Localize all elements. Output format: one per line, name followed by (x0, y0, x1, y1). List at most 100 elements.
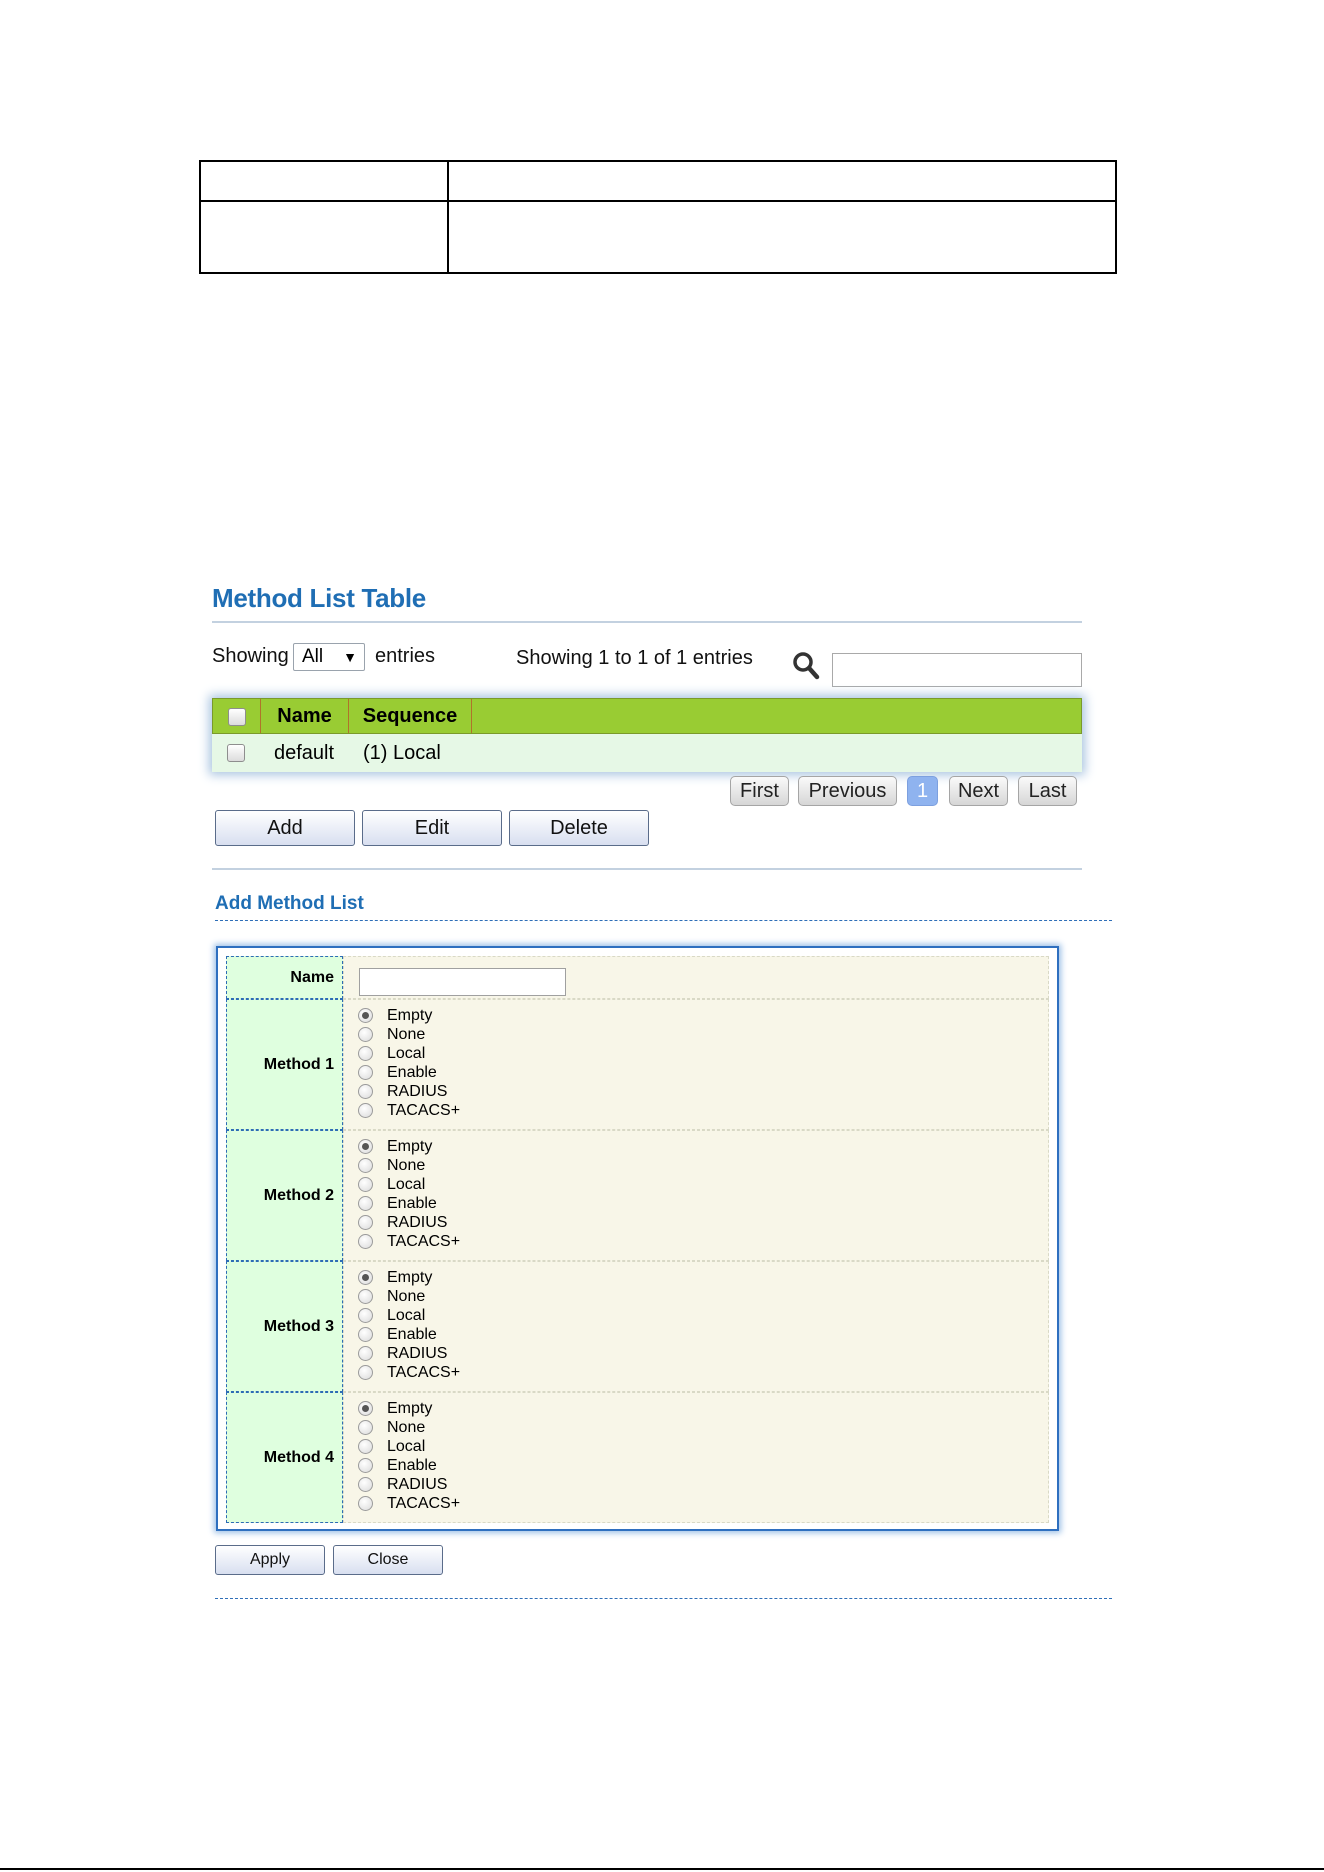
doc-table-cell (447, 200, 1117, 274)
option-label: None (387, 1026, 426, 1043)
entries-select[interactable]: All ▼ (293, 643, 365, 671)
radio-icon[interactable] (358, 1215, 373, 1230)
search-input[interactable] (832, 653, 1082, 687)
section-end-divider (215, 1598, 1112, 1599)
option-label: Local (387, 1176, 426, 1193)
radio-checked-icon[interactable] (358, 1401, 373, 1416)
option-label: RADIUS (387, 1476, 448, 1493)
title-divider (212, 621, 1082, 623)
doc-table-cell (199, 160, 449, 202)
method-4-options: Empty None Local Enable RADIUS TACACS+ (343, 1392, 1049, 1523)
form-row-method-1: Method 1 Empty None Local Enable RADIUS … (226, 999, 1049, 1130)
section-divider (212, 868, 1082, 870)
showing-summary: Showing 1 to 1 of 1 entries (516, 647, 753, 669)
option-label: Enable (387, 1457, 437, 1474)
form-row-method-4: Method 4 Empty None Local Enable RADIUS … (226, 1392, 1049, 1523)
option-label: Enable (387, 1064, 437, 1081)
radio-icon[interactable] (358, 1158, 373, 1173)
doc-table-cell (199, 200, 449, 274)
dropdown-arrow-icon: ▼ (343, 649, 357, 665)
method-3-label: Method 3 (226, 1261, 343, 1392)
method-1-label: Method 1 (226, 999, 343, 1130)
radio-icon[interactable] (358, 1177, 373, 1192)
radio-icon[interactable] (358, 1289, 373, 1304)
form-row-name: Name (226, 956, 1049, 999)
close-button[interactable]: Close (333, 1545, 443, 1575)
radio-icon[interactable] (358, 1346, 373, 1361)
name-label: Name (226, 956, 343, 999)
radio-icon[interactable] (358, 1234, 373, 1249)
add-method-list-form: Name Method 1 Empty None Local Enable RA… (216, 946, 1059, 1531)
radio-checked-icon[interactable] (358, 1139, 373, 1154)
doc-table-cell (447, 160, 1117, 202)
previous-page-button[interactable]: Previous (798, 776, 897, 806)
option-label: Local (387, 1438, 426, 1455)
option-label: TACACS+ (387, 1364, 461, 1381)
row-sequence: (1) Local (363, 742, 441, 764)
showing-suffix: entries (375, 645, 436, 667)
name-value-cell (343, 956, 1049, 999)
select-all-checkbox[interactable] (228, 708, 246, 726)
doc-table (199, 160, 1117, 274)
method-3-options: Empty None Local Enable RADIUS TACACS+ (343, 1261, 1049, 1392)
method-4-label: Method 4 (226, 1392, 343, 1523)
radio-icon[interactable] (358, 1458, 373, 1473)
radio-icon[interactable] (358, 1084, 373, 1099)
section-title: Add Method List (215, 893, 364, 914)
option-label: Empty (387, 1138, 433, 1155)
radio-icon[interactable] (358, 1027, 373, 1042)
option-label: Empty (387, 1269, 433, 1286)
option-label: Local (387, 1045, 426, 1062)
table-row[interactable]: default (1) Local (212, 734, 1082, 772)
next-page-button[interactable]: Next (949, 776, 1008, 806)
option-label: TACACS+ (387, 1233, 461, 1250)
option-label: RADIUS (387, 1214, 448, 1231)
method-2-label: Method 2 (226, 1130, 343, 1261)
column-header-sequence[interactable]: Sequence (349, 699, 472, 733)
option-label: Enable (387, 1326, 437, 1343)
column-header-name[interactable]: Name (261, 699, 349, 733)
header-select-cell (213, 699, 261, 733)
radio-icon[interactable] (358, 1327, 373, 1342)
edit-button[interactable]: Edit (362, 810, 502, 846)
radio-icon[interactable] (358, 1496, 373, 1511)
row-checkbox[interactable] (227, 744, 245, 762)
entries-select-value: All (302, 646, 324, 667)
option-label: Enable (387, 1195, 437, 1212)
radio-icon[interactable] (358, 1477, 373, 1492)
option-label: None (387, 1157, 426, 1174)
apply-button[interactable]: Apply (215, 1545, 325, 1575)
page-title: Method List Table (212, 583, 426, 613)
search-icon[interactable] (792, 651, 820, 681)
last-page-button[interactable]: Last (1018, 776, 1077, 806)
option-label: RADIUS (387, 1083, 448, 1100)
radio-checked-icon[interactable] (358, 1270, 373, 1285)
delete-button[interactable]: Delete (509, 810, 649, 846)
option-label: None (387, 1419, 426, 1436)
radio-icon[interactable] (358, 1439, 373, 1454)
name-field[interactable] (359, 968, 566, 996)
first-page-button[interactable]: First (730, 776, 789, 806)
method-1-options: Empty None Local Enable RADIUS TACACS+ (343, 999, 1049, 1130)
section-dashed-divider (215, 920, 1112, 921)
option-label: None (387, 1288, 426, 1305)
page-bottom-border (0, 1868, 1324, 1870)
option-label: TACACS+ (387, 1102, 461, 1119)
table-header: Name Sequence (212, 698, 1082, 734)
page-1-button[interactable]: 1 (907, 776, 938, 806)
radio-checked-icon[interactable] (358, 1008, 373, 1023)
method-list-table: Name Sequence default (1) Local (212, 698, 1082, 772)
form-row-method-2: Method 2 Empty None Local Enable RADIUS … (226, 1130, 1049, 1261)
option-label: TACACS+ (387, 1495, 461, 1512)
radio-icon[interactable] (358, 1046, 373, 1061)
option-label: RADIUS (387, 1345, 448, 1362)
radio-icon[interactable] (358, 1365, 373, 1380)
radio-icon[interactable] (358, 1420, 373, 1435)
option-label: Empty (387, 1400, 433, 1417)
showing-prefix: Showing (212, 645, 289, 667)
radio-icon[interactable] (358, 1103, 373, 1118)
add-button[interactable]: Add (215, 810, 355, 846)
radio-icon[interactable] (358, 1308, 373, 1323)
radio-icon[interactable] (358, 1065, 373, 1080)
radio-icon[interactable] (358, 1196, 373, 1211)
